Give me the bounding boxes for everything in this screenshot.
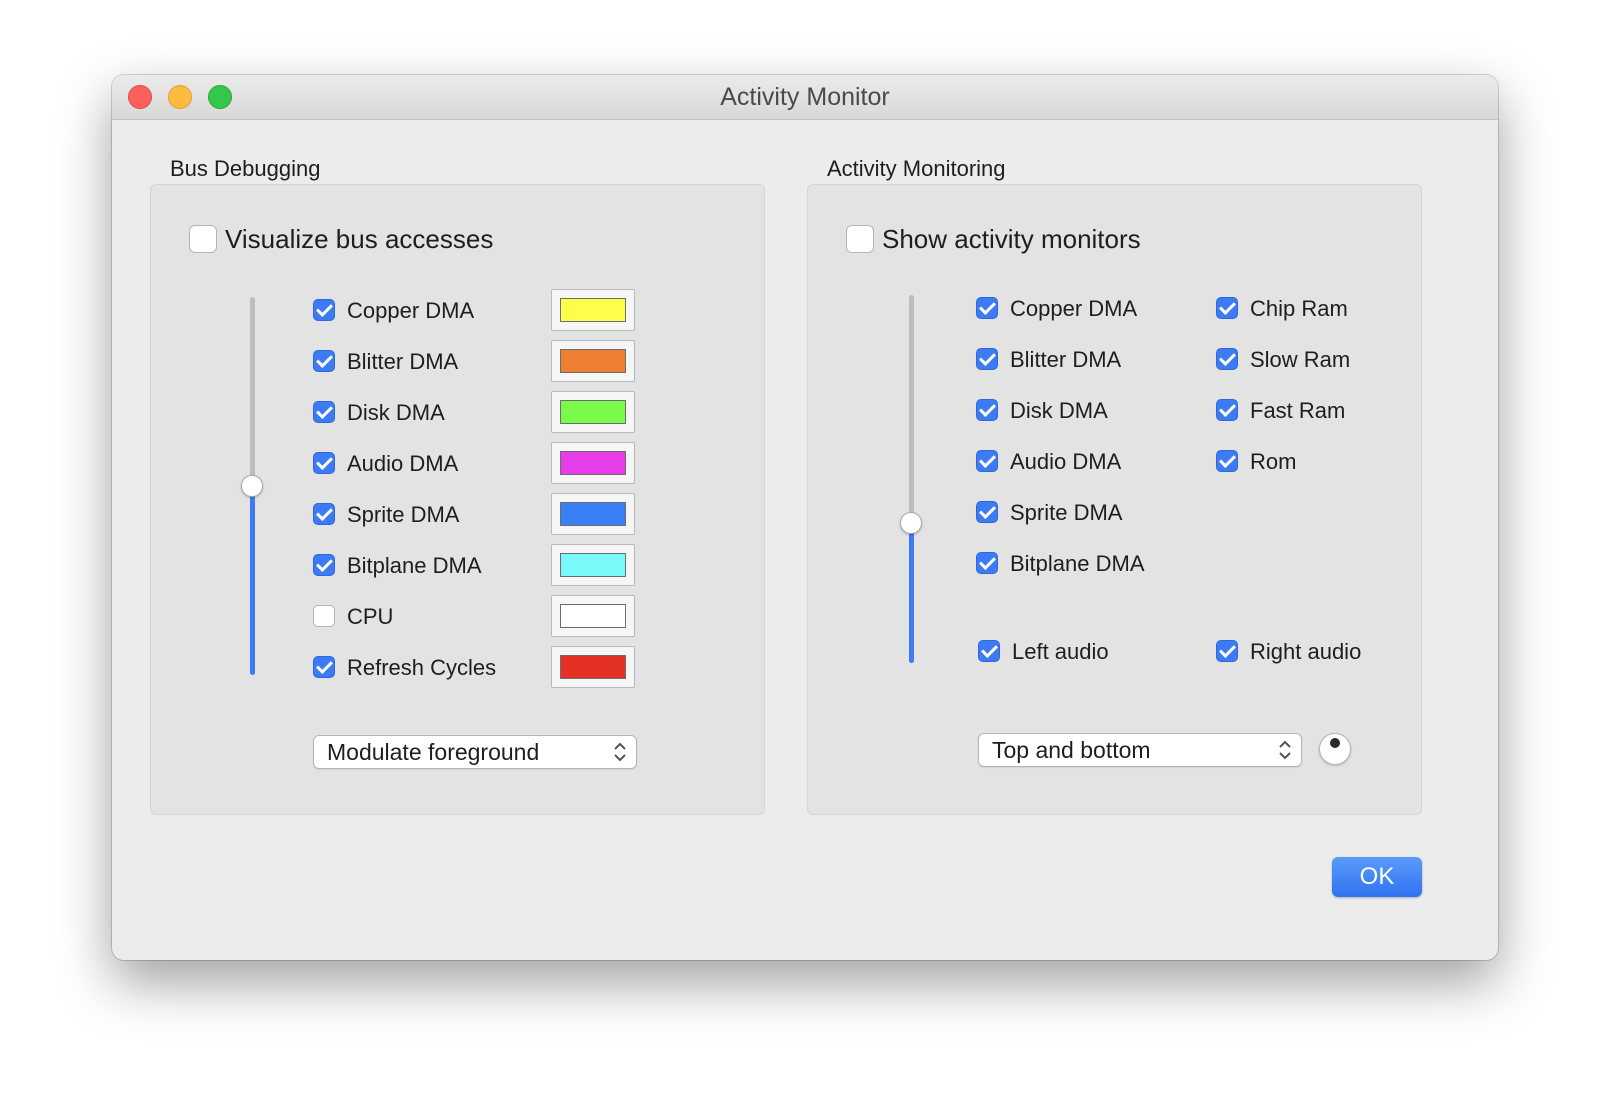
window-title: Activity Monitor [720, 83, 890, 111]
bus-checkbox-disk-dma[interactable] [313, 401, 335, 423]
monitor-checkbox-right-audio[interactable] [1216, 640, 1238, 662]
bus-opacity-slider-fill [250, 486, 255, 675]
bus-label-blitter-dma: Blitter DMA [347, 349, 459, 374]
activity-opacity-slider-knob[interactable] [900, 512, 922, 535]
bus-checkbox-refresh-cycles[interactable] [313, 656, 335, 678]
bus-label-refresh-cycles: Refresh Cycles [347, 655, 497, 680]
bus-label-cpu: CPU [347, 604, 394, 629]
monitor-label-chip-ram: Chip Ram [1250, 296, 1348, 321]
chevron-up-down-icon [1279, 740, 1291, 760]
bus-checkbox-blitter-dma[interactable] [313, 350, 335, 372]
monitor-checkbox-rom[interactable] [1216, 450, 1238, 472]
monitor-checkbox-audio-dma[interactable] [976, 450, 998, 472]
bus-label-copper-dma: Copper DMA [347, 298, 475, 323]
knob-indicator-icon [1330, 738, 1340, 748]
monitor-label-disk-dma: Disk DMA [1010, 398, 1108, 423]
show-activity-monitors-label: Show activity monitors [882, 224, 1141, 254]
visualize-bus-accesses-checkbox[interactable] [189, 225, 217, 253]
color-well-disk-dma[interactable] [551, 391, 635, 433]
layout-mode-value: Top and bottom [992, 737, 1151, 763]
monitor-checkbox-disk-dma[interactable] [976, 399, 998, 421]
monitor-label-sprite-dma: Sprite DMA [1010, 500, 1123, 525]
monitor-checkbox-bitplane-dma[interactable] [976, 552, 998, 574]
color-well-bitplane-dma[interactable] [551, 544, 635, 586]
monitor-label-rom: Rom [1250, 449, 1297, 474]
bus-label-sprite-dma: Sprite DMA [347, 502, 460, 527]
bus-checkbox-copper-dma[interactable] [313, 299, 335, 321]
color-well-copper-dma[interactable] [551, 289, 635, 331]
bus-checkbox-sprite-dma[interactable] [313, 503, 335, 525]
display-mode-popup[interactable]: Modulate foreground [313, 735, 637, 769]
monitor-label-audio-dma: Audio DMA [1010, 449, 1122, 474]
monitor-checkbox-copper-dma[interactable] [976, 297, 998, 319]
monitor-checkbox-fast-ram[interactable] [1216, 399, 1238, 421]
bus-debugging-title: Bus Debugging [170, 156, 321, 181]
chevron-up-down-icon [614, 742, 626, 762]
color-swatch [560, 502, 626, 526]
color-swatch [560, 349, 626, 373]
monitor-checkbox-slow-ram[interactable] [1216, 348, 1238, 370]
monitor-label-slow-ram: Slow Ram [1250, 347, 1351, 372]
activity-monitoring-title: Activity Monitoring [827, 156, 1006, 181]
show-activity-monitors-checkbox[interactable] [846, 225, 874, 253]
monitor-label-copper-dma: Copper DMA [1010, 296, 1138, 321]
rotation-knob[interactable] [1319, 733, 1351, 765]
visualize-bus-accesses-label: Visualize bus accesses [225, 224, 494, 254]
color-swatch [560, 604, 626, 628]
monitor-label-left-audio: Left audio [1012, 639, 1109, 664]
monitor-checkbox-chip-ram[interactable] [1216, 297, 1238, 319]
bus-debugging-group: Visualize bus accesses Copper DMA Blitter… [150, 184, 765, 815]
color-swatch [560, 655, 626, 679]
color-swatch [560, 451, 626, 475]
preferences-window: Activity Monitor Bus Debugging Visualize… [112, 75, 1498, 960]
layout-mode-popup[interactable]: Top and bottom [978, 733, 1302, 767]
bus-label-disk-dma: Disk DMA [347, 400, 445, 425]
bus-checkbox-cpu[interactable] [313, 605, 335, 627]
color-swatch [560, 553, 626, 577]
activity-monitoring-group: Show activity monitors Copper DMA Blitter… [807, 184, 1422, 815]
ok-button[interactable]: OK [1332, 857, 1422, 897]
bus-checkbox-audio-dma[interactable] [313, 452, 335, 474]
monitor-checkbox-left-audio[interactable] [978, 640, 1000, 662]
bus-opacity-slider-knob[interactable] [241, 475, 263, 497]
monitor-checkbox-blitter-dma[interactable] [976, 348, 998, 370]
monitor-label-fast-ram: Fast Ram [1250, 398, 1346, 423]
bus-label-bitplane-dma: Bitplane DMA [347, 553, 482, 578]
color-well-audio-dma[interactable] [551, 442, 635, 484]
activity-opacity-slider-fill [909, 523, 914, 663]
color-well-refresh-cycles[interactable] [551, 646, 635, 688]
display-mode-value: Modulate foreground [327, 739, 540, 765]
color-well-cpu[interactable] [551, 595, 635, 637]
color-well-sprite-dma[interactable] [551, 493, 635, 535]
color-well-blitter-dma[interactable] [551, 340, 635, 382]
monitor-checkbox-sprite-dma[interactable] [976, 501, 998, 523]
bus-checkbox-bitplane-dma[interactable] [313, 554, 335, 576]
title-bar[interactable]: Activity Monitor [112, 75, 1498, 120]
color-swatch [560, 298, 626, 322]
monitor-label-right-audio: Right audio [1250, 639, 1362, 664]
monitor-label-bitplane-dma: Bitplane DMA [1010, 551, 1145, 576]
bus-label-audio-dma: Audio DMA [347, 451, 459, 476]
activity-opacity-slider[interactable] [909, 295, 914, 663]
color-swatch [560, 400, 626, 424]
monitor-label-blitter-dma: Blitter DMA [1010, 347, 1122, 372]
